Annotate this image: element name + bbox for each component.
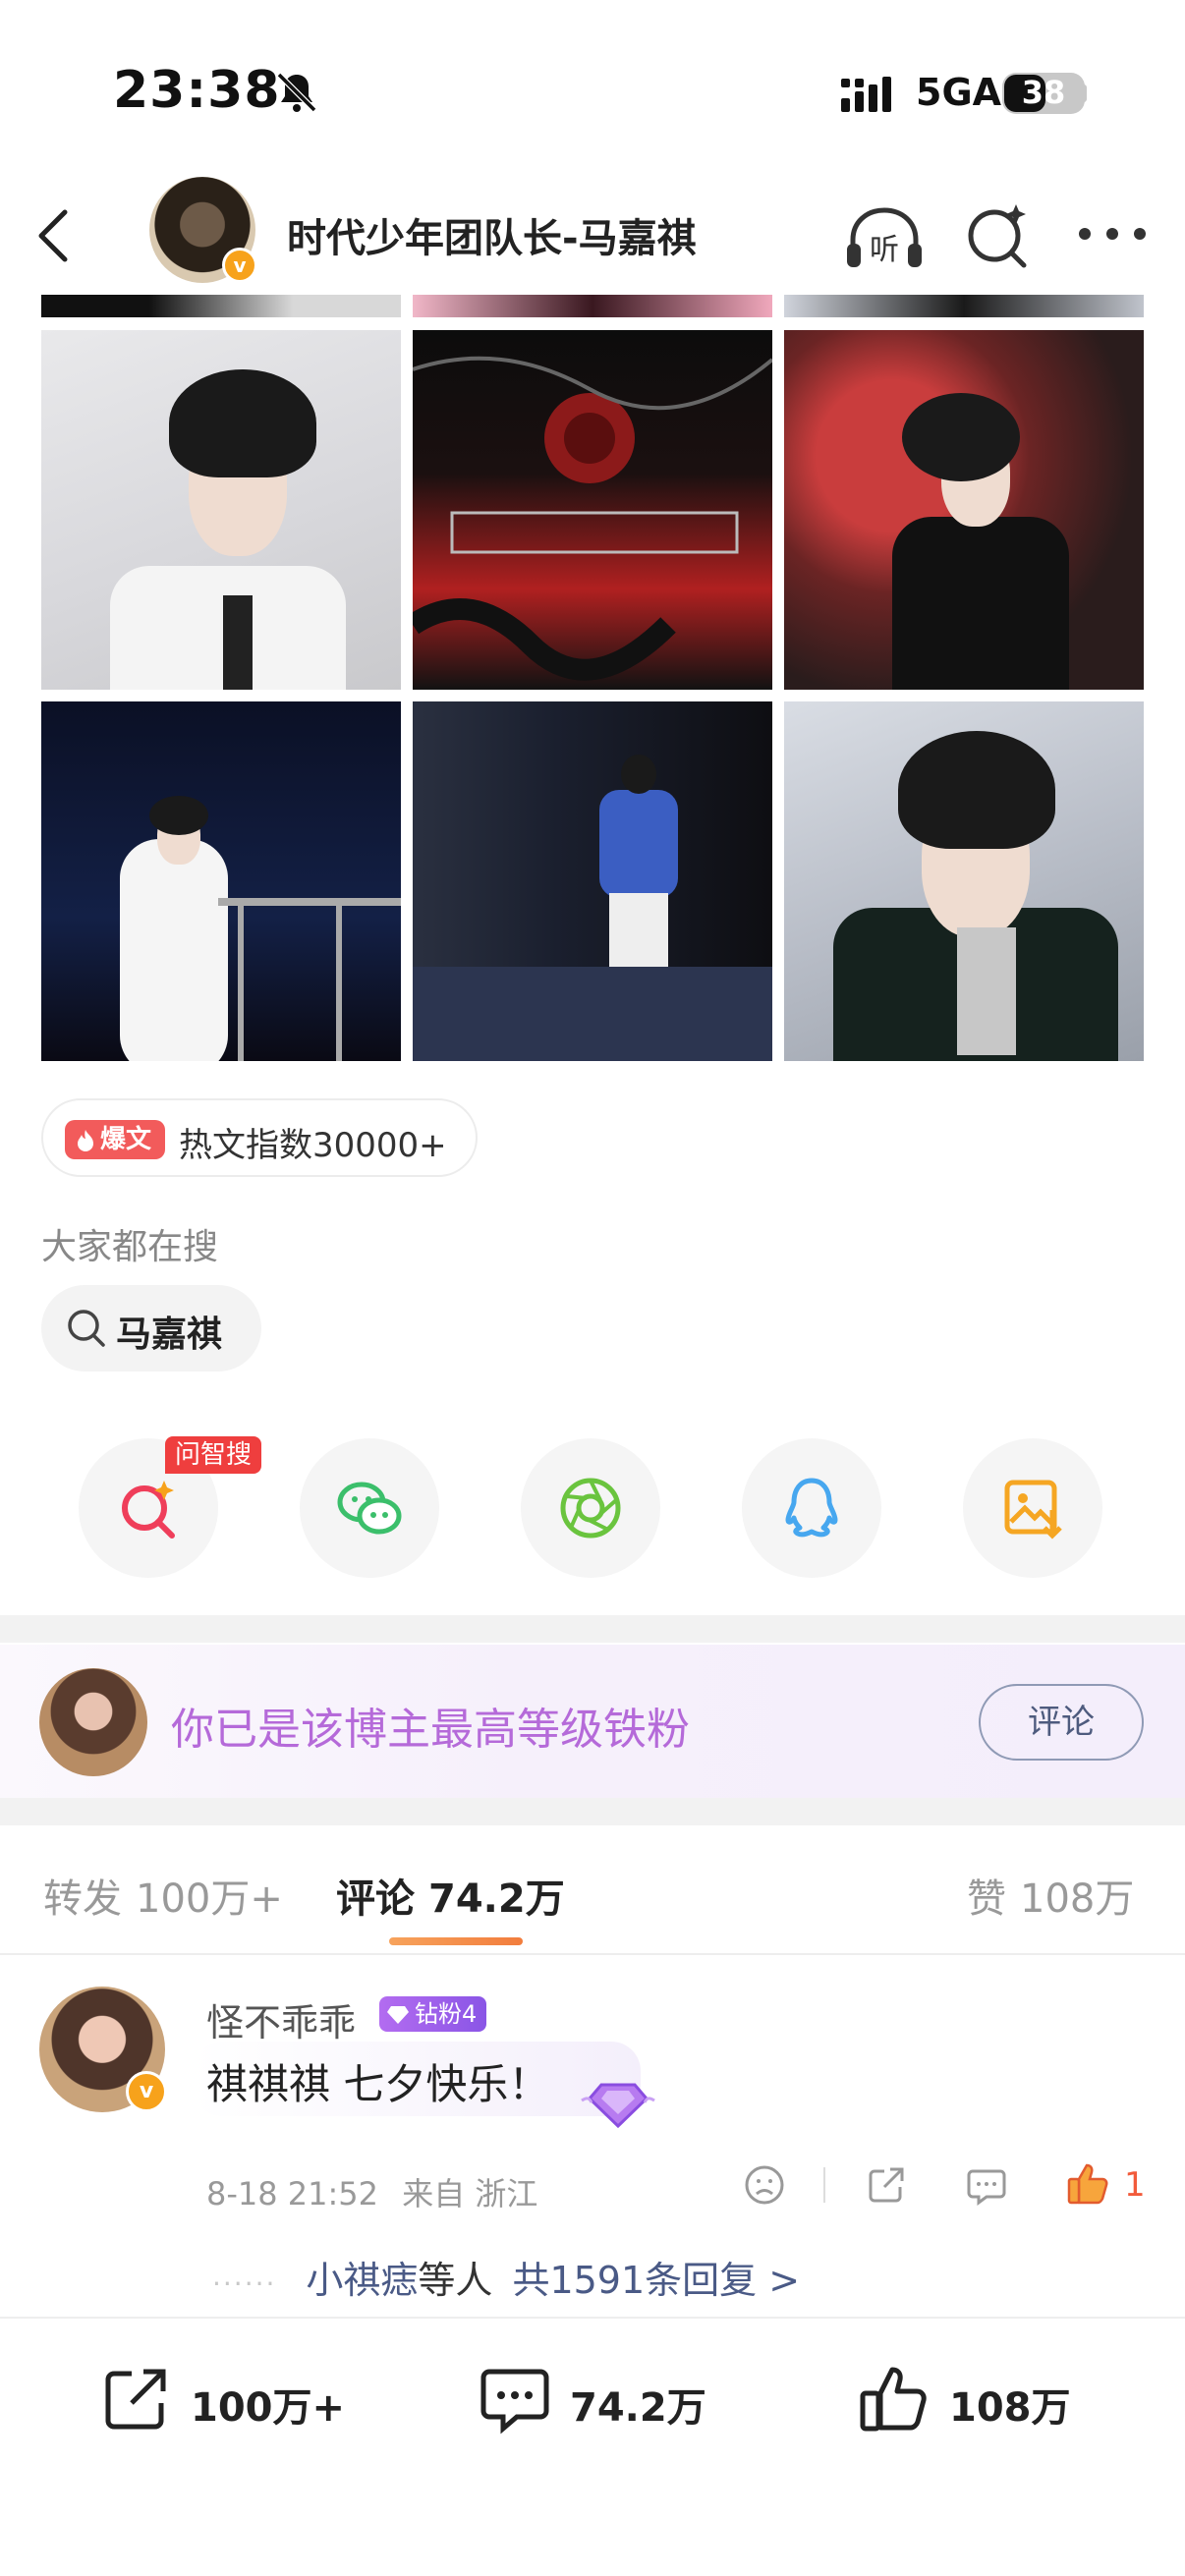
photo-strip (784, 295, 1144, 317)
action-separator (823, 2167, 825, 2203)
user-avatar[interactable] (39, 1668, 147, 1776)
svg-text:听: 听 (870, 233, 899, 267)
status-time: 23:38 (113, 61, 281, 120)
tab-bar: 转发 100万+ 评论 74.2万 赞 108万 (0, 1825, 1185, 1955)
search-icon[interactable] (963, 198, 1034, 273)
repost-icon (105, 2369, 166, 2430)
wechat-icon (337, 1482, 402, 1535)
section-divider (0, 1798, 1185, 1825)
back-arrow-icon[interactable] (29, 202, 79, 269)
fire-icon (78, 1130, 93, 1151)
comment-count: 74.2万 (570, 2385, 706, 2431)
search-suggestion-chip[interactable]: 马嘉祺 (41, 1285, 261, 1372)
active-tab-indicator (389, 1937, 523, 1945)
ai-search-icon (122, 1481, 175, 1539)
bell-muted-icon (276, 72, 317, 113)
diamond-decoration-icon (581, 2083, 655, 2129)
view-replies-link[interactable]: ······ 小祺痣等人 共1591条回复 > (212, 2250, 800, 2304)
comment-button[interactable]: 评论 (979, 1684, 1144, 1761)
network-label: 5GA (916, 71, 1002, 114)
hot-index-text: 热文指数30000+ (179, 1126, 447, 1165)
commenter-name[interactable]: 怪不乖乖 (206, 1992, 356, 2046)
battery-level: 38 (1021, 74, 1066, 111)
fan-status-text: 你已是该博主最高等级铁粉 (171, 1705, 690, 1755)
photo-4[interactable] (41, 701, 401, 1061)
page-title[interactable]: 时代少年团队长-马嘉祺 (287, 206, 697, 263)
tab-comments-label: 评论 (336, 1876, 415, 1922)
search-hint-label: 大家都在搜 (41, 1227, 219, 1267)
photo-2[interactable] (413, 330, 772, 690)
like-icon (860, 2367, 927, 2432)
status-bar: 23:38 5GA 38 (0, 0, 1185, 177)
verified-badge-icon: v (222, 248, 257, 283)
photo-strip (41, 295, 401, 317)
nav-header: v 时代少年团队长-马嘉祺 听 (0, 177, 1185, 295)
tab-comments-count: 74.2万 (428, 1876, 565, 1922)
share-qq-button[interactable] (742, 1438, 881, 1578)
moments-icon (560, 1478, 621, 1539)
photo-6[interactable] (784, 701, 1144, 1061)
replies-dots: ······ (212, 2268, 277, 2300)
fan-banner: 你已是该博主最高等级铁粉 评论 (0, 1645, 1185, 1798)
verified-badge-icon: v (126, 2071, 167, 2112)
repost-icon[interactable] (865, 2163, 908, 2207)
photo-3[interactable] (784, 330, 1144, 690)
photo-1[interactable] (41, 330, 401, 690)
dislike-face-icon[interactable] (743, 2163, 786, 2207)
photo-5[interactable] (413, 701, 772, 1061)
battery-cap (1081, 84, 1087, 102)
more-icon[interactable] (1073, 222, 1152, 246)
comment-icon (480, 2369, 549, 2435)
bottom-action-bar: 100万+ 74.2万 108万 (0, 2317, 1185, 2576)
ai-search-tag: 问智搜 (165, 1436, 262, 1474)
comment-location: 来自 浙江 (402, 2175, 538, 2212)
like-icon[interactable] (1065, 2159, 1112, 2207)
signal-icon (841, 77, 891, 112)
headphones-listen-icon[interactable]: 听 (843, 200, 926, 275)
fan-level-badge: 钻粉4 (379, 1996, 487, 2032)
section-divider (0, 1615, 1185, 1643)
battery-icon: 38 (1002, 73, 1085, 114)
photo-strip (413, 295, 772, 317)
comment-item: v 怪不乖乖 钻粉4 祺祺祺 七夕快乐！ 8-18 21:52 来自 浙江 1 … (0, 1957, 1185, 2317)
replies-by: 等人 (418, 2259, 493, 2302)
tab-likes-label: 赞 (967, 1876, 1006, 1922)
tab-likes-count: 108万 (1020, 1876, 1135, 1922)
share-moments-button[interactable] (521, 1438, 660, 1578)
hot-index-pill[interactable]: 爆文 热文指数30000+ (41, 1098, 478, 1177)
tab-likes[interactable]: 赞 108万 (967, 1867, 1134, 1924)
comment-like-count: 1 (1124, 2165, 1146, 2205)
comment-text: 祺祺祺 七夕快乐！ (206, 2060, 550, 2108)
comment-meta: 8-18 21:52 来自 浙江 (206, 2169, 537, 2214)
tab-comments[interactable]: 评论 74.2万 (336, 1867, 565, 1924)
comment-time: 8-18 21:52 (206, 2175, 379, 2212)
hot-tag-label: 爆文 (100, 1125, 152, 1154)
reply-icon[interactable] (965, 2163, 1008, 2207)
save-image-button[interactable] (963, 1438, 1102, 1578)
reply-author[interactable]: 小祺痣 (306, 2259, 418, 2302)
fan-level-label: 钻粉4 (415, 2000, 478, 2028)
tab-reposts-count: 100万+ (136, 1876, 283, 1922)
hot-tag: 爆文 (65, 1120, 165, 1159)
search-chip-label: 马嘉祺 (116, 1315, 223, 1355)
search-icon (68, 1310, 105, 1347)
save-image-icon (1004, 1480, 1062, 1540)
repost-count: 100万+ (191, 2385, 346, 2431)
tab-reposts[interactable]: 转发 100万+ (43, 1867, 283, 1924)
replies-total[interactable]: 共1591条回复 > (512, 2259, 800, 2302)
share-wechat-button[interactable] (300, 1438, 439, 1578)
qq-icon (785, 1478, 838, 1538)
like-count: 108万 (949, 2385, 1071, 2431)
diamond-icon (387, 2006, 409, 2024)
tab-reposts-label: 转发 (43, 1876, 122, 1922)
